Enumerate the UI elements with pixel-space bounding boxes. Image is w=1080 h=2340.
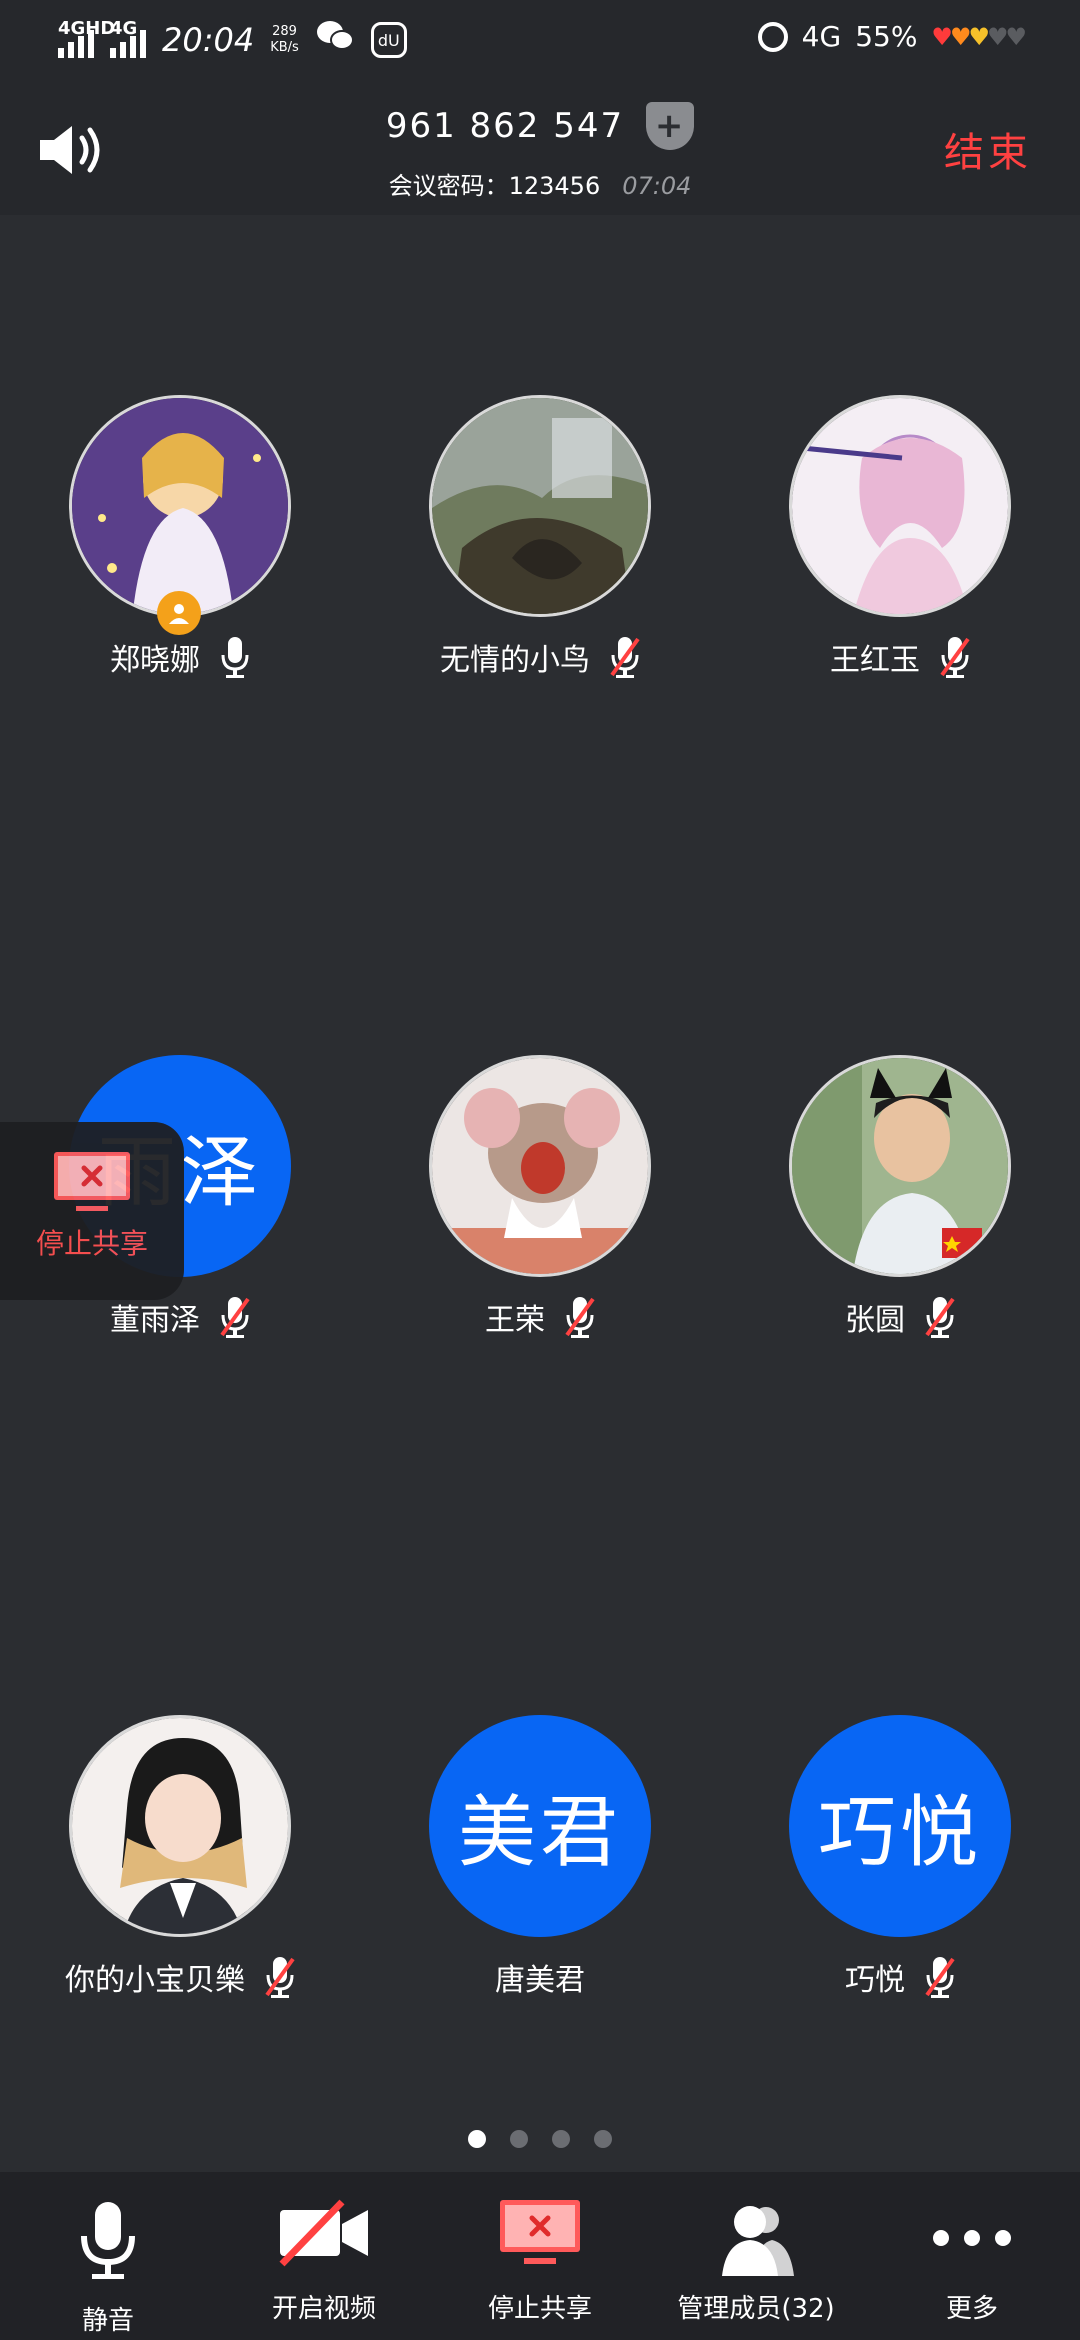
video-off-icon <box>276 2198 372 2272</box>
alarm-icon <box>757 21 788 52</box>
mute-label: 静音 <box>81 2306 134 2336</box>
end-meeting-button[interactable]: 结束 <box>944 120 1032 178</box>
participant-name: 你的小宝贝樂 <box>65 1963 245 1998</box>
meeting-elapsed-time: 07:04 <box>622 172 692 200</box>
avatar <box>789 395 1011 617</box>
meeting-id: 961 862 547 <box>385 106 625 146</box>
page-indicator <box>0 2130 1080 2148</box>
manage-members-label: 管理成员(32) <box>677 2294 835 2324</box>
avatar <box>429 1055 651 1277</box>
participant-name: 董雨泽 <box>110 1303 200 1338</box>
screen-share-stop-icon <box>52 1150 132 1218</box>
page-dot[interactable] <box>594 2130 612 2148</box>
microphone-muted-icon <box>925 1297 955 1338</box>
manage-members-button[interactable]: 管理成员(32) <box>648 2172 864 2340</box>
floating-stop-share-label: 停止共享 <box>35 1227 148 1260</box>
floating-stop-share-button[interactable]: 停止共享 <box>0 1122 184 1300</box>
status-time: 20:04 <box>162 21 255 59</box>
battery-hearts-icon: ♥♥♥♥♥ <box>931 22 1027 51</box>
participant-name: 王红玉 <box>830 643 920 678</box>
avatar <box>429 395 651 617</box>
bottom-toolbar: 静音 开启视频 停止共享 管理成员(32) 更多 <box>0 2172 1080 2340</box>
avatar <box>69 395 291 617</box>
host-badge-icon <box>157 591 201 635</box>
microphone-muted-icon <box>940 637 970 678</box>
network-type: 4G <box>801 20 842 53</box>
start-video-label: 开启视频 <box>271 2294 376 2324</box>
battery-level: 55% <box>855 20 918 53</box>
stop-share-button[interactable]: 停止共享 <box>432 2172 648 2340</box>
page-dot[interactable] <box>552 2130 570 2148</box>
stop-share-label: 停止共享 <box>487 2294 592 2324</box>
microphone-muted-icon <box>610 637 640 678</box>
participant-name: 唐美君 <box>495 1963 585 1998</box>
page-dot-active[interactable] <box>468 2130 486 2148</box>
meeting-password: 会议密码：123456 <box>388 172 601 200</box>
participant-name: 无情的小鸟 <box>440 643 590 678</box>
participant-name: 张圆 <box>845 1303 905 1338</box>
more-button[interactable]: 更多 <box>864 2172 1080 2340</box>
avatar <box>789 1055 1011 1277</box>
avatar: 巧悦 <box>789 1715 1011 1937</box>
start-video-button[interactable]: 开启视频 <box>216 2172 432 2340</box>
microphone-muted-icon <box>265 1957 295 1998</box>
more-label: 更多 <box>945 2294 998 2324</box>
wechat-icon <box>315 18 355 62</box>
participant-name: 郑晓娜 <box>110 643 200 678</box>
meeting-header: 961 862 547 + 会议密码：123456 07:04 结束 <box>0 80 1080 215</box>
more-dots-icon <box>927 2198 1017 2272</box>
signal-strength-icon: 4GHD <box>58 18 115 58</box>
microphone-on-icon <box>221 637 249 678</box>
mute-button[interactable]: 静音 <box>0 2172 216 2340</box>
microphone-muted-icon <box>220 1297 250 1338</box>
status-bar: 4GHD 4G 20:04 289 KB/s dU 4G 55% ♥♥♥♥♥ <box>0 0 1080 80</box>
avatar: 美君 <box>429 1715 651 1937</box>
avatar <box>69 1715 291 1937</box>
add-member-shield-icon[interactable]: + <box>646 102 695 150</box>
participant-name: 巧悦 <box>845 1963 905 1998</box>
microphone-muted-icon <box>925 1957 955 1998</box>
participant-name: 王荣 <box>485 1303 545 1338</box>
microphone-icon <box>78 2198 138 2286</box>
screen-share-stop-icon <box>498 2198 582 2272</box>
page-dot[interactable] <box>510 2130 528 2148</box>
network-speed: 289 KB/s <box>270 24 299 55</box>
app-notification-icon: dU <box>370 22 407 58</box>
microphone-muted-icon <box>565 1297 595 1338</box>
members-icon <box>716 2198 796 2282</box>
signal-strength-icon-2: 4G <box>110 18 146 58</box>
